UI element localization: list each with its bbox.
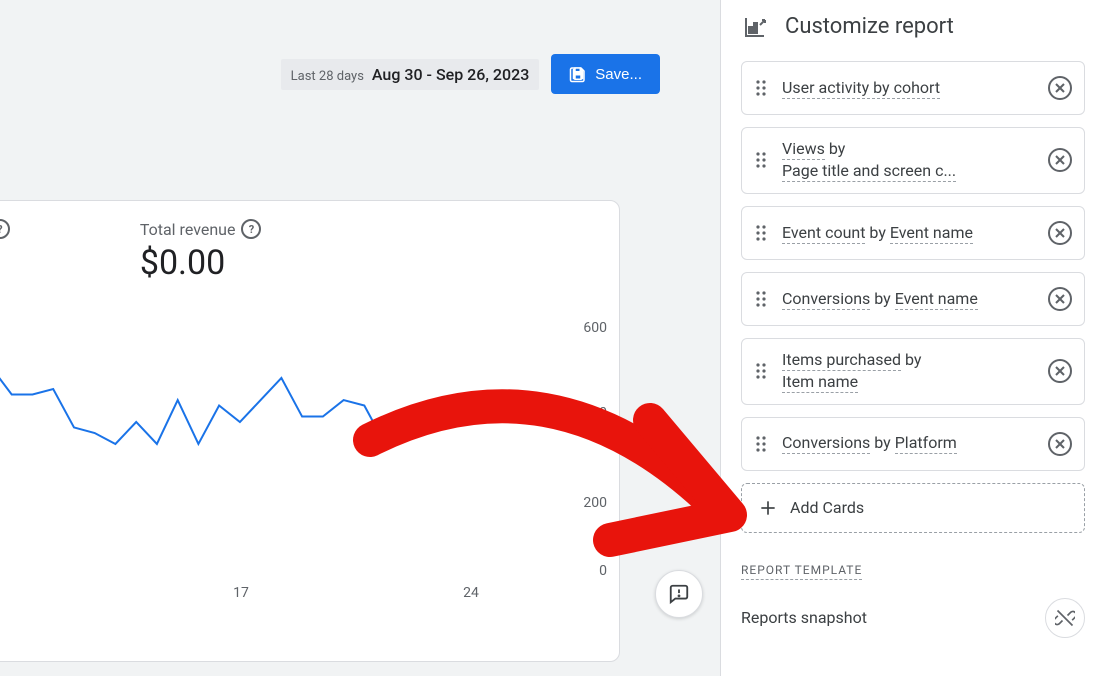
metric-value: $0.00 (140, 239, 262, 283)
card-title: Views byPage title and screen c... (782, 138, 1034, 183)
date-preset-label: Last 28 days (291, 69, 364, 84)
customize-report-icon (743, 15, 767, 39)
help-icon[interactable]: ? (241, 219, 261, 239)
close-icon (1055, 366, 1065, 376)
report-card[interactable]: Items purchased byItem name (741, 338, 1085, 405)
y-axis-tick: 600 (583, 320, 607, 336)
remove-card-button[interactable] (1048, 148, 1072, 172)
card-title: User activity by cohort (782, 77, 1034, 99)
save-button[interactable]: Save... (551, 54, 660, 94)
report-card[interactable]: Event count by Event name (741, 206, 1085, 260)
metric-total-revenue[interactable]: Total revenue ? $0.00 (140, 219, 262, 283)
save-button-label: Save... (595, 66, 642, 83)
report-card[interactable]: User activity by cohort (741, 61, 1085, 115)
drag-handle-icon[interactable] (754, 361, 768, 381)
close-icon (1055, 294, 1065, 304)
metric-engagement-time[interactable]: t time ? (0, 219, 10, 283)
close-icon (1055, 228, 1065, 238)
unlink-icon (1055, 608, 1075, 628)
cards-list: User activity by cohort Views byPage titl… (741, 61, 1085, 471)
card-title: Items purchased byItem name (782, 349, 1034, 394)
close-icon (1055, 83, 1065, 93)
drag-handle-icon[interactable] (754, 289, 768, 309)
feedback-button[interactable] (655, 570, 703, 618)
line-series (0, 323, 551, 653)
drag-handle-icon[interactable] (754, 150, 768, 170)
help-icon[interactable]: ? (0, 219, 10, 239)
add-cards-label: Add Cards (790, 498, 864, 517)
report-card[interactable]: Conversions by Event name (741, 272, 1085, 326)
customize-panel: Customize report User activity by cohort… (720, 0, 1105, 676)
drag-handle-icon[interactable] (754, 78, 768, 98)
template-name: Reports snapshot (741, 608, 867, 627)
remove-card-button[interactable] (1048, 359, 1072, 383)
card-title: Conversions by Event name (782, 288, 1034, 310)
drag-handle-icon[interactable] (754, 223, 768, 243)
remove-card-button[interactable] (1048, 76, 1072, 100)
report-template-heading: REPORT TEMPLATE (741, 563, 862, 580)
date-range-picker[interactable]: Last 28 days Aug 30 - Sep 26, 2023 (281, 59, 540, 90)
report-card[interactable]: Views byPage title and screen c... (741, 127, 1085, 194)
toolbar: Last 28 days Aug 30 - Sep 26, 2023 Save.… (0, 0, 720, 94)
card-title: Event count by Event name (782, 222, 1034, 244)
remove-card-button[interactable] (1048, 221, 1072, 245)
chart-plot: 600 400 200 0 17 24 (0, 323, 607, 673)
chart-card: t time ? Total revenue ? $0.00 600 400 2… (0, 200, 620, 662)
remove-card-button[interactable] (1048, 432, 1072, 456)
report-card[interactable]: Conversions by Platform (741, 417, 1085, 471)
save-icon (569, 65, 587, 83)
date-range-value: Aug 30 - Sep 26, 2023 (372, 65, 529, 84)
remove-card-button[interactable] (1048, 287, 1072, 311)
y-axis-tick: 400 (583, 405, 607, 421)
close-icon (1055, 155, 1065, 165)
y-axis-tick: 0 (599, 563, 607, 579)
add-cards-button[interactable]: Add Cards (741, 483, 1085, 533)
panel-title: Customize report (785, 14, 954, 39)
plus-icon (758, 498, 778, 518)
drag-handle-icon[interactable] (754, 434, 768, 454)
unlink-template-button[interactable] (1045, 598, 1085, 638)
close-icon (1055, 439, 1065, 449)
card-title: Conversions by Platform (782, 432, 1034, 454)
metric-label: Total revenue (140, 220, 236, 239)
feedback-icon (668, 583, 690, 605)
y-axis-tick: 200 (583, 495, 607, 511)
